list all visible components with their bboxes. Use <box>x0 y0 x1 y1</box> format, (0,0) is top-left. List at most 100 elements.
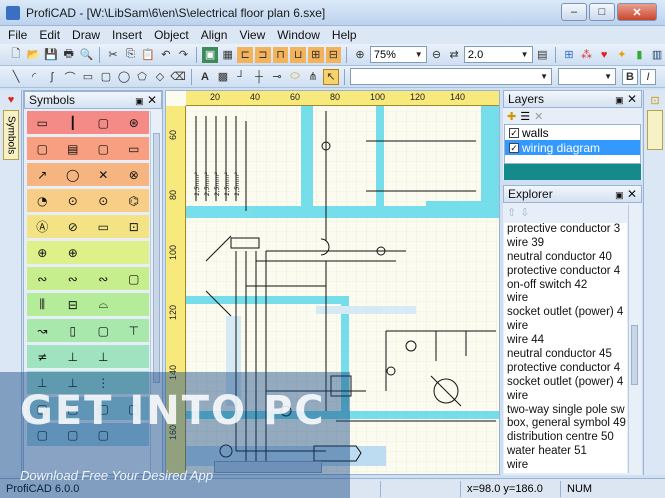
symbol-item[interactable]: ▭ <box>124 140 144 158</box>
menu-insert[interactable]: Insert <box>112 28 142 42</box>
paste-icon[interactable]: 📋 <box>140 47 156 63</box>
symbol-item[interactable]: ⊡ <box>124 218 144 236</box>
explorer-item[interactable]: neutral conductor 45 <box>504 348 627 362</box>
image-icon[interactable]: ▣ <box>202 46 218 63</box>
move-up-icon[interactable]: ⇧ <box>507 206 516 219</box>
explorer-item[interactable]: protective conductor 4 <box>504 362 627 376</box>
favorites-icon[interactable]: ♥ <box>3 92 19 108</box>
distribute-icon[interactable]: ⊞ <box>307 46 324 63</box>
symbol-item[interactable]: ⊟ <box>63 296 83 314</box>
copy-icon[interactable]: ⎘ <box>123 47 139 63</box>
explorer-item[interactable]: neutral conductor 40 <box>504 251 627 265</box>
symbol-item[interactable]: ⊙ <box>63 192 83 210</box>
symbol-item[interactable]: ◯ <box>63 166 83 184</box>
explorer-item[interactable]: wire <box>504 390 627 404</box>
symbol-item[interactable]: ▭ <box>32 114 52 132</box>
layer-item-wiring-diagram[interactable]: ✓ wiring diagram <box>505 140 640 155</box>
network-icon[interactable]: ⊞ <box>561 47 577 63</box>
symbol-item[interactable]: ↗ <box>32 166 52 184</box>
print-preview-icon[interactable]: 🔍 <box>79 47 95 63</box>
symbol-item[interactable]: ⊘ <box>63 218 83 236</box>
symbol-item[interactable]: ⊙ <box>93 192 113 210</box>
undo-icon[interactable]: ↶ <box>158 47 174 63</box>
add-layer-icon[interactable]: ✚ <box>507 110 516 123</box>
colors-icon[interactable]: ⁂ <box>579 47 595 63</box>
wire-tool-icon[interactable]: ┘ <box>233 69 249 85</box>
symbols-tab[interactable]: Symbols <box>3 110 19 160</box>
text-tool-icon[interactable]: A <box>197 69 213 85</box>
close-button[interactable]: ✕ <box>617 3 657 21</box>
symbol-item[interactable]: ⌬ <box>124 192 144 210</box>
link-tool-icon[interactable]: ⋔ <box>305 69 321 85</box>
bezier-tool-icon[interactable]: ⌒ <box>62 69 78 85</box>
menu-edit[interactable]: Edit <box>39 28 60 42</box>
close-icon[interactable]: ✕ <box>627 187 637 201</box>
symbol-item[interactable]: ▭ <box>93 218 113 236</box>
close-icon[interactable]: ✕ <box>147 93 157 107</box>
symbol-item[interactable]: ⌓ <box>93 296 113 314</box>
menu-help[interactable]: Help <box>332 28 357 42</box>
menu-window[interactable]: Window <box>277 28 320 42</box>
layer-item-walls[interactable]: ✓ walls <box>505 125 640 140</box>
explorer-item[interactable]: wire 39 <box>504 237 627 251</box>
dock-tab[interactable] <box>647 110 663 150</box>
ellipse-tool-icon[interactable]: ◯ <box>116 69 132 85</box>
symbol-item[interactable]: ⫼ <box>32 296 52 314</box>
symbol-item[interactable]: ⊥ <box>63 348 83 366</box>
close-icon[interactable]: ✕ <box>627 92 637 106</box>
symbol-item[interactable]: ▤ <box>63 140 83 158</box>
minimize-button[interactable]: – <box>561 3 587 21</box>
align-bottom-icon[interactable]: ⊔ <box>290 46 306 63</box>
line-style-icon[interactable]: ▤ <box>535 47 551 63</box>
explorer-item[interactable]: wire <box>504 292 627 306</box>
eraser-tool-icon[interactable]: ⌫ <box>170 69 186 85</box>
explorer-item[interactable]: wire <box>504 320 627 334</box>
symbol-item[interactable]: ⊗ <box>124 166 144 184</box>
explorer-item[interactable]: distribution centre 50 <box>504 431 627 445</box>
align-top-icon[interactable]: ⊓ <box>272 46 289 63</box>
align-left-icon[interactable]: ⊏ <box>237 46 254 63</box>
line-tool-icon[interactable]: ╲ <box>8 69 24 85</box>
book-icon[interactable]: ▥ <box>649 47 665 63</box>
pin-icon[interactable]: ▣ <box>135 96 144 106</box>
properties-tab-icon[interactable]: ⊡ <box>647 92 663 108</box>
open-folder-icon[interactable]: 📂 <box>26 47 42 63</box>
label-tool-icon[interactable]: ⬭ <box>287 69 303 85</box>
explorer-item[interactable]: wire 44 <box>504 334 627 348</box>
bold-icon[interactable]: B <box>622 68 638 85</box>
move-down-icon[interactable]: ⇩ <box>520 206 529 219</box>
new-file-icon[interactable]: 🗋 <box>8 47 24 63</box>
line-width-select[interactable]: 2.0 ▼ <box>463 46 533 63</box>
menu-file[interactable]: File <box>8 28 27 42</box>
symbol-item[interactable]: ◔ <box>32 192 52 210</box>
star-icon[interactable]: ✦ <box>614 47 630 63</box>
symbol-item[interactable]: ⊕ <box>63 244 83 262</box>
heart-icon[interactable]: ♥ <box>596 47 612 63</box>
font-select[interactable]: ▼ <box>350 68 552 85</box>
pin-icon[interactable]: ▣ <box>615 190 624 200</box>
symbol-item[interactable]: ∾ <box>32 270 52 288</box>
symbol-item[interactable] <box>93 244 113 262</box>
scroll-thumb[interactable] <box>631 325 638 385</box>
explorer-item[interactable]: socket outlet (power) 4 <box>504 306 627 320</box>
rectangle-tool-icon[interactable]: ▭ <box>80 69 96 85</box>
zoom-select[interactable]: 75% ▼ <box>369 46 427 63</box>
font-size-select[interactable]: ▼ <box>558 68 616 85</box>
symbol-item[interactable] <box>124 296 144 314</box>
explorer-item[interactable]: wire <box>504 459 627 473</box>
symbol-item[interactable]: ▯ <box>63 322 83 340</box>
symbol-item[interactable]: ↝ <box>32 322 52 340</box>
explorer-item[interactable]: protective conductor 3 <box>504 223 627 237</box>
symbol-item[interactable]: ⊤ <box>124 322 144 340</box>
symbol-item[interactable]: ≠ <box>32 348 52 366</box>
menu-draw[interactable]: Draw <box>72 28 100 42</box>
symbol-item[interactable] <box>124 348 144 366</box>
layer-checkbox[interactable]: ✓ <box>509 127 519 138</box>
polyline-tool-icon[interactable]: ∫ <box>44 69 60 85</box>
redo-icon[interactable]: ↷ <box>176 47 192 63</box>
fill-tool-icon[interactable]: ▩ <box>215 69 231 85</box>
delete-layer-icon[interactable]: ✕ <box>534 110 543 123</box>
symbol-item[interactable]: ⊥ <box>93 348 113 366</box>
polygon-tool-icon[interactable]: ⬠ <box>134 69 150 85</box>
symbol-item[interactable]: ▢ <box>93 114 113 132</box>
